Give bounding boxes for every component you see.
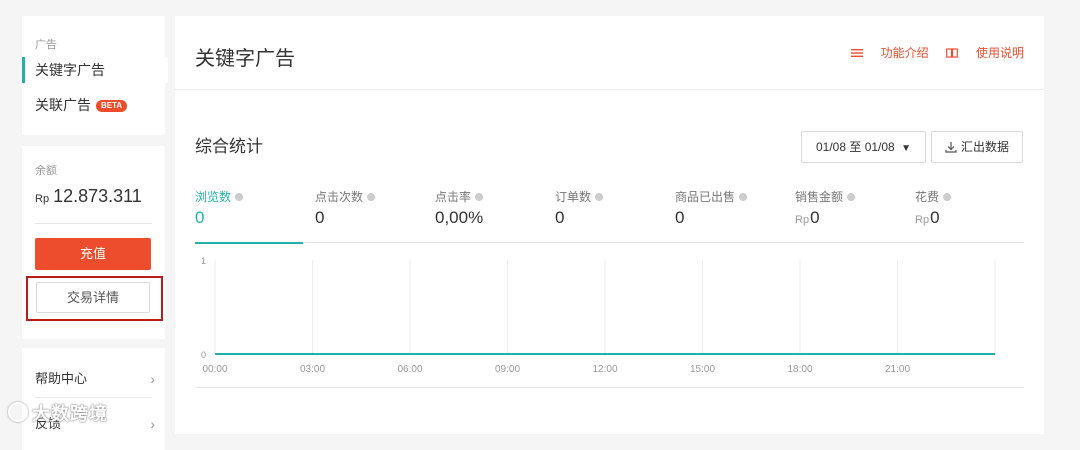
metric-views-label: 浏览数 <box>195 188 231 205</box>
download-icon <box>945 141 957 153</box>
metric-orders-value: 0 <box>555 208 564 227</box>
date-range-picker[interactable]: 01/08 至 01/08 ▼ <box>801 131 926 163</box>
metric-spend-currency: Rp <box>915 214 929 226</box>
y-tick-label: 1 <box>201 256 206 266</box>
top-links: 功能介绍 使用说明 <box>837 44 1024 61</box>
balance-currency: Rp <box>35 193 49 205</box>
metrics-row: 浏览数 0 点击次数 0 点击率 0,00% 订单数 0 商品已出售 0 销售金… <box>195 188 1024 243</box>
x-tick-label: 15:00 <box>690 364 715 375</box>
info-icon <box>235 193 243 201</box>
topup-button[interactable]: 充值 <box>35 238 151 270</box>
x-tick-label: 18:00 <box>787 364 812 375</box>
header-divider <box>175 89 1044 90</box>
metric-ctr-value: 0,00% <box>435 208 483 227</box>
ads-nav-card: 广告 关键字广告 关联广告 BETA <box>22 16 165 135</box>
stats-chart-svg: 1 0 00:00 03:00 06:00 09:00 12:00 15:00 18:00 21:… <box>195 252 1024 382</box>
x-tick-label: 00:00 <box>202 364 227 375</box>
nav-item-related-ads-label: 关联广告 <box>35 97 91 113</box>
nav-item-keyword-ads-label: 关键字广告 <box>35 62 105 78</box>
metric-clicks-value: 0 <box>315 208 324 227</box>
metric-sales-amount-currency: Rp <box>795 214 809 226</box>
metric-items-sold[interactable]: 商品已出售 0 <box>675 188 785 242</box>
export-data-label: 汇出数据 <box>961 132 1009 162</box>
metric-spend-value: 0 <box>930 208 939 227</box>
help-divider <box>35 397 152 398</box>
metric-spend[interactable]: 花费 Rp0 <box>915 188 1025 242</box>
book-icon <box>946 48 958 58</box>
metric-ctr[interactable]: 点击率 0,00% <box>435 188 545 242</box>
info-icon <box>595 193 603 201</box>
stats-title: 综合统计 <box>195 132 263 157</box>
beta-badge: BETA <box>96 100 127 112</box>
metric-clicks-label: 点击次数 <box>315 188 363 205</box>
metric-orders-label: 订单数 <box>555 188 591 205</box>
info-icon <box>847 193 855 201</box>
x-tick-label: 03:00 <box>300 364 325 375</box>
help-center-label: 帮助中心 <box>35 371 87 386</box>
chart-bottom-divider <box>195 387 1024 388</box>
metric-orders[interactable]: 订单数 0 <box>555 188 665 242</box>
feature-intro-link[interactable]: 功能介绍 <box>851 44 929 61</box>
main-panel: 关键字广告 功能介绍 使用说明 综合统计 01/08 至 01/08 ▼ 汇出数… <box>175 16 1044 434</box>
metric-sales-amount-label: 销售金额 <box>795 188 843 205</box>
manual-label: 使用说明 <box>976 44 1024 61</box>
page-title: 关键字广告 <box>195 42 295 71</box>
x-tick-label: 06:00 <box>397 364 422 375</box>
metric-spend-label: 花费 <box>915 188 939 205</box>
watermark-text: 大数跨境 <box>32 404 108 424</box>
balance-amount: Rp 12.873.311 <box>35 186 142 207</box>
metric-items-sold-value: 0 <box>675 208 684 227</box>
chevron-right-icon: › <box>150 369 155 389</box>
metric-sales-amount-value: 0 <box>810 208 819 227</box>
stats-chart: 1 0 00:00 03:00 06:00 09:00 12:00 15:00 18:00 21:… <box>195 252 1024 382</box>
nav-item-related-ads[interactable]: 关联广告 BETA <box>22 92 168 118</box>
metric-items-sold-label: 商品已出售 <box>675 188 735 205</box>
watermark: 大数跨境 <box>8 400 108 426</box>
info-icon <box>739 193 747 201</box>
metric-ctr-label: 点击率 <box>435 188 471 205</box>
balance-card: 余额 Rp 12.873.311 充值 交易详情 <box>22 146 165 339</box>
help-center-link[interactable]: 帮助中心 › <box>35 369 155 389</box>
x-tick-label: 21:00 <box>885 364 910 375</box>
balance-value: 12.873.311 <box>53 186 142 206</box>
ads-section-label: 广告 <box>35 36 57 52</box>
date-range-value: 01/08 至 01/08 <box>816 140 895 154</box>
feature-intro-label: 功能介绍 <box>881 44 929 61</box>
watermark-logo-icon <box>8 402 28 422</box>
list-icon <box>851 48 863 58</box>
balance-divider <box>35 223 152 224</box>
info-icon <box>367 193 375 201</box>
info-icon <box>475 193 483 201</box>
chevron-right-icon: › <box>150 414 155 434</box>
manual-link[interactable]: 使用说明 <box>946 44 1024 61</box>
caret-down-icon: ▼ <box>901 143 911 154</box>
metric-views[interactable]: 浏览数 0 <box>195 188 303 244</box>
metric-sales-amount[interactable]: 销售金额 Rp0 <box>795 188 905 242</box>
balance-label: 余额 <box>35 162 57 178</box>
export-data-button[interactable]: 汇出数据 <box>931 131 1023 163</box>
nav-item-keyword-ads[interactable]: 关键字广告 <box>22 57 168 83</box>
metric-views-value: 0 <box>195 208 204 227</box>
help-card: 帮助中心 › 反馈 › <box>22 348 165 450</box>
metric-clicks[interactable]: 点击次数 0 <box>315 188 425 242</box>
info-icon <box>943 193 951 201</box>
y-tick-label: 0 <box>201 350 206 360</box>
x-tick-label: 09:00 <box>495 364 520 375</box>
x-tick-label: 12:00 <box>592 364 617 375</box>
transaction-detail-button[interactable]: 交易详情 <box>36 282 150 313</box>
